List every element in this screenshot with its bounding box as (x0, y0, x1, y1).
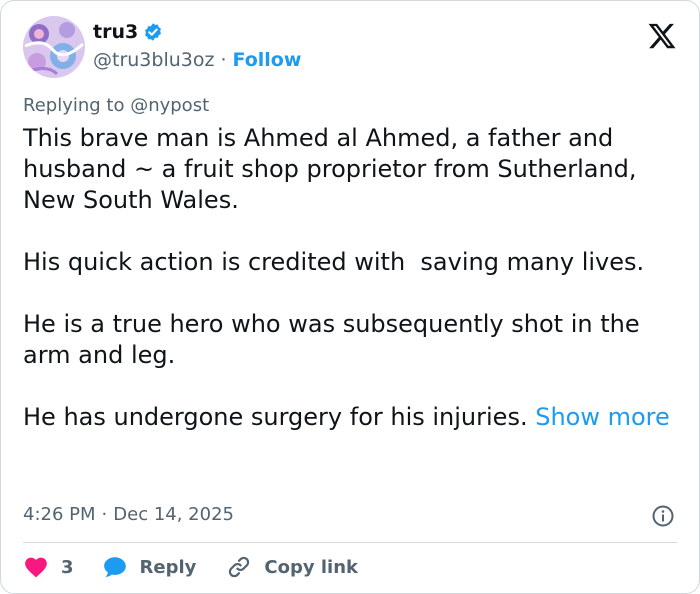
heart-icon (25, 557, 47, 578)
link-icon (229, 556, 250, 578)
like-count: 3 (61, 556, 74, 578)
tweet-text: This brave man is Ahmed al Ahmed, a fath… (23, 123, 685, 433)
verified-badge-icon (143, 22, 163, 42)
follow-button[interactable]: Follow (233, 49, 302, 71)
author-handle[interactable]: @tru3blu3oz (93, 49, 214, 71)
action-bar: 3 Reply Copy link (23, 554, 358, 580)
tweet-body: This brave man is Ahmed al Ahmed, a fath… (23, 124, 645, 431)
timestamp-separator: · (101, 504, 108, 525)
copy-link-button[interactable]: Copy link (226, 554, 358, 580)
replying-to: Replying to @nypost (23, 95, 210, 116)
tweet-time: 4:26 PM (23, 504, 96, 525)
author-name-row: tru3 (93, 21, 163, 43)
handle-separator: · (220, 49, 227, 71)
show-more-link[interactable]: Show more (535, 403, 670, 431)
handle-row: @tru3blu3oz · Follow (93, 49, 301, 71)
tweet-timestamp[interactable]: 4:26 PM · Dec 14, 2025 (23, 504, 234, 525)
info-icon[interactable] (651, 504, 675, 528)
reply-button[interactable]: Reply (102, 554, 227, 580)
like-button[interactable]: 3 (23, 554, 102, 580)
divider (23, 542, 677, 543)
copy-link-label: Copy link (264, 556, 358, 578)
reply-bubble-icon (103, 557, 126, 577)
reply-label: Reply (139, 556, 197, 578)
author-name[interactable]: tru3 (93, 21, 138, 43)
x-logo-icon[interactable] (647, 21, 677, 51)
tweet-card: tru3 @tru3blu3oz · Follow Replying to @n… (0, 0, 700, 594)
avatar[interactable] (23, 16, 85, 78)
tweet-date: Dec 14, 2025 (113, 504, 234, 525)
